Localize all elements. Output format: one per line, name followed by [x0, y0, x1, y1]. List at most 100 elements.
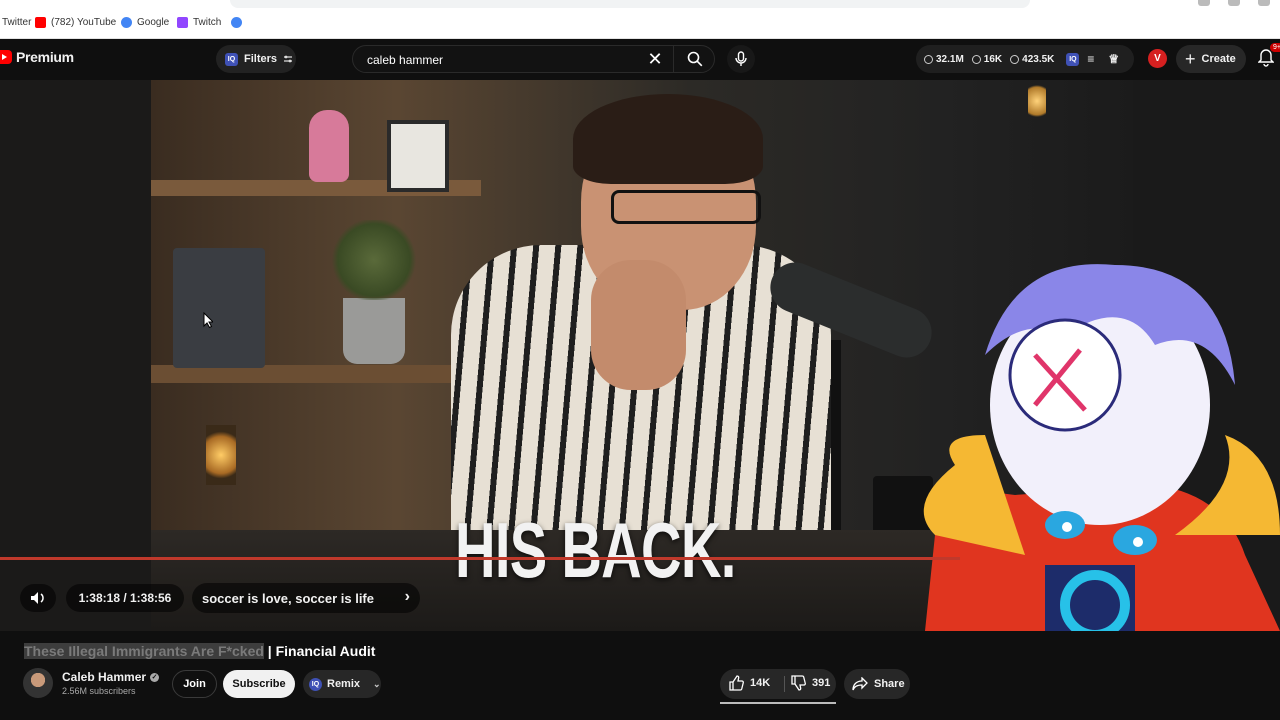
video-caption-overlay: HIS BACK. [455, 506, 736, 594]
profile-icon[interactable] [1228, 0, 1240, 6]
bookmark-label: Twitter [2, 17, 32, 28]
extension-badge-icon: IQ [225, 52, 238, 66]
watchers-stat: 423.5K [1010, 54, 1054, 65]
youtube-premium-logo[interactable]: Premium [0, 49, 74, 65]
filters-button[interactable]: IQ Filters [216, 45, 296, 73]
join-button[interactable]: Join [172, 670, 217, 698]
time-display: 1:38:18 / 1:38:56 [66, 584, 184, 612]
bookmarks-bar: Twitter (782) YouTube Google Twitch [0, 0, 1280, 39]
trophy-icon[interactable]: ♕ [1108, 52, 1119, 66]
search-input[interactable] [365, 46, 639, 74]
hanging-bulb [1028, 80, 1046, 122]
channel-name[interactable]: Caleb Hammer ✓ [62, 670, 160, 684]
video-player[interactable]: HIS BACK. 1:38:18 / 1:38:56 soccer is lo… [0, 80, 1280, 631]
google-icon [231, 17, 242, 28]
youtube-icon [35, 17, 46, 28]
like-button[interactable]: 14K [728, 675, 770, 691]
verified-icon: ✓ [150, 672, 160, 682]
remix-label: Remix [327, 678, 361, 690]
chevron-right-icon: › [404, 588, 410, 605]
progress-bar[interactable] [0, 557, 960, 560]
list-icon[interactable]: ≡ [1087, 52, 1094, 66]
menu-icon[interactable] [1258, 0, 1270, 6]
search-icon [687, 51, 703, 67]
stat-value: 423.5K [1022, 53, 1055, 65]
vtuber-avatar-overlay [923, 264, 1280, 631]
extension-icon[interactable] [1198, 0, 1210, 6]
search-button[interactable] [673, 46, 716, 72]
sliders-icon [284, 55, 293, 63]
person-hand [591, 260, 686, 390]
chevron-down-icon: ⌄ [373, 678, 381, 689]
like-ratio-bar [720, 702, 836, 704]
bookmark-google[interactable]: Google [121, 17, 169, 28]
create-button[interactable]: + Create [1176, 45, 1246, 73]
dislike-count: 391 [812, 677, 831, 689]
logo-text: Premium [16, 49, 74, 65]
mouse-cursor-icon [203, 312, 213, 328]
microphone-icon [735, 51, 747, 66]
extension-badge-icon[interactable]: IQ [1066, 52, 1080, 66]
plus-icon: + [1185, 49, 1196, 69]
subscribe-button[interactable]: Subscribe [223, 670, 295, 698]
bookmark-twitch[interactable]: Twitch [177, 17, 221, 28]
search-box: ✕ [352, 45, 716, 74]
video-title-selected-text: These Illegal Immigrants Are F*cked [24, 643, 264, 659]
remix-button[interactable]: IQ Remix ⌄ [303, 670, 381, 698]
eye-icon [1010, 54, 1020, 64]
share-label: Share [874, 678, 905, 690]
share-button[interactable]: Share [844, 669, 910, 699]
notification-count-badge: 9+ [1270, 43, 1280, 52]
youtube-header: Premium IQ Filters ✕ 32.1M 16K 423.5K IQ… [0, 39, 1280, 80]
glasses [611, 190, 761, 224]
chapter-button[interactable]: soccer is love, soccer is life › [192, 583, 420, 613]
bookmark-label: Twitch [193, 17, 222, 28]
address-bar[interactable] [230, 0, 1030, 8]
like-count: 14K [750, 677, 771, 689]
voice-search-button[interactable] [727, 45, 755, 73]
stat-value: 32.1M [936, 53, 964, 65]
bookmark-youtube[interactable]: (782) YouTube [35, 17, 116, 28]
bookmark-label: (782) YouTube [51, 17, 117, 28]
heart-icon [971, 54, 981, 64]
divider [784, 676, 785, 692]
remix-icon: IQ [309, 677, 322, 691]
channel-name-text: Caleb Hammer [62, 670, 147, 684]
stat-value: 16K [983, 53, 1003, 65]
subscriber-count: 2.56M subscribers [62, 686, 136, 696]
twitch-icon [177, 17, 188, 28]
extension-stats-bar: 32.1M 16K 423.5K IQ ≡ ♕ [916, 45, 1134, 73]
like-dislike-group: 14K 391 [720, 669, 836, 699]
bookmark-twitter[interactable]: Twitter [0, 17, 31, 28]
thumbs-down-icon [791, 675, 806, 691]
clear-search-icon[interactable]: ✕ [645, 49, 665, 69]
bell-icon [1257, 49, 1275, 67]
channel-avatar[interactable] [23, 668, 53, 698]
clock-icon [924, 54, 933, 64]
volume-button[interactable] [20, 584, 56, 612]
bookmark-google-2[interactable] [231, 17, 242, 28]
extension-avatar-icon[interactable]: V [1148, 49, 1167, 68]
figurine [309, 110, 349, 182]
dislike-button[interactable]: 391 [790, 675, 830, 691]
likes-stat: 16K [971, 53, 1003, 65]
video-title-rest: | Financial Audit [263, 643, 376, 659]
browser-toolbar-icons [1198, 0, 1270, 6]
person-hair [573, 94, 763, 184]
share-icon [852, 677, 868, 691]
plant-pot [343, 298, 405, 364]
notifications-button[interactable]: 9+ [1257, 43, 1280, 67]
thumbs-up-icon [729, 675, 744, 691]
picture-frame [387, 120, 449, 192]
plant [329, 220, 419, 300]
video-title: These Illegal Immigrants Are F*cked | Fi… [24, 643, 375, 659]
mic-stand [831, 340, 841, 540]
filters-label: Filters [244, 53, 278, 65]
create-label: Create [1201, 53, 1236, 65]
volume-icon [31, 592, 44, 604]
lantern [206, 425, 236, 485]
views-stat: 32.1M [924, 54, 964, 65]
google-icon [121, 17, 132, 28]
chapter-title: soccer is love, soccer is life [202, 590, 374, 606]
play-button-plaque [173, 248, 265, 368]
